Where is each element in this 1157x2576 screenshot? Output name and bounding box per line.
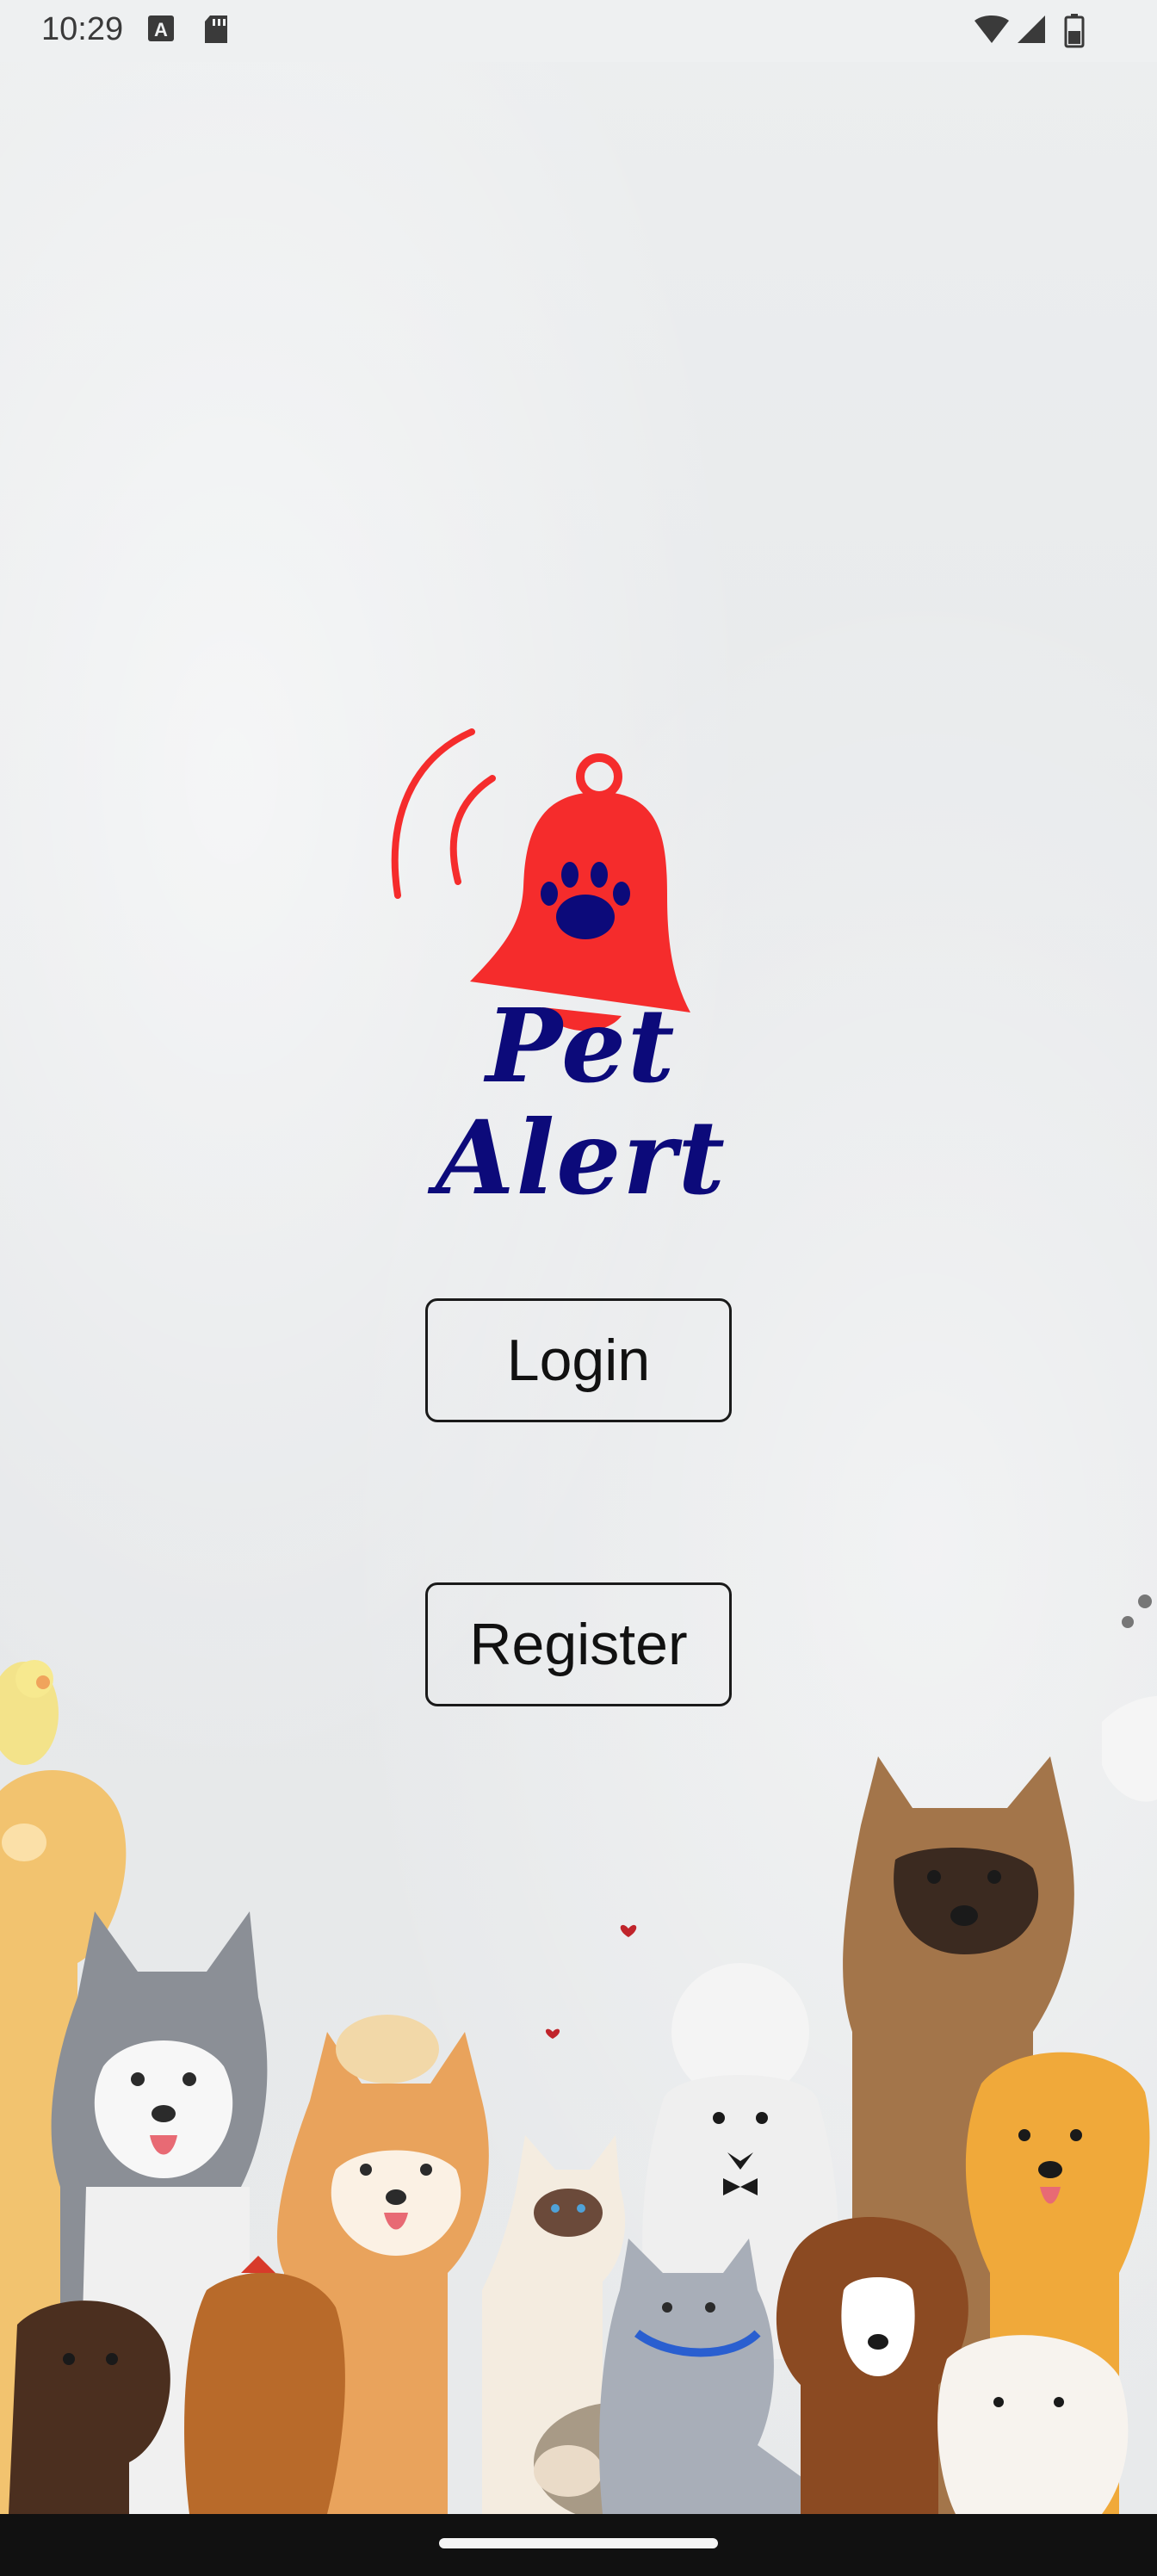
a-notification-icon: A [148, 15, 174, 41]
yorkie-illustration [184, 2256, 345, 2514]
app-screen: 10:29 A Pet Alert Login Register [0, 0, 1157, 2576]
heart-icon [620, 1924, 637, 1937]
heart-icon [545, 2028, 560, 2039]
navigation-bar [0, 2514, 1157, 2576]
cell-signal-icon [1018, 15, 1045, 43]
home-gesture-handle[interactable] [439, 2538, 718, 2548]
partial-dog-right-illustration [1102, 1595, 1157, 1802]
status-bar: 10:29 A [0, 0, 1157, 62]
wifi-icon [974, 15, 1009, 43]
white-puppy-illustration [937, 2335, 1129, 2514]
cockatiel-illustration [0, 1660, 59, 1765]
status-time: 10:29 [41, 11, 124, 47]
login-button[interactable]: Login [425, 1298, 732, 1422]
pets-illustration [0, 1595, 1157, 2514]
sd-card-icon [205, 15, 227, 43]
battery-icon [1064, 14, 1085, 48]
logo-title: Pet Alert [435, 986, 727, 1217]
svg-text:A: A [154, 19, 168, 40]
alert-wave-inner-icon [449, 775, 496, 885]
